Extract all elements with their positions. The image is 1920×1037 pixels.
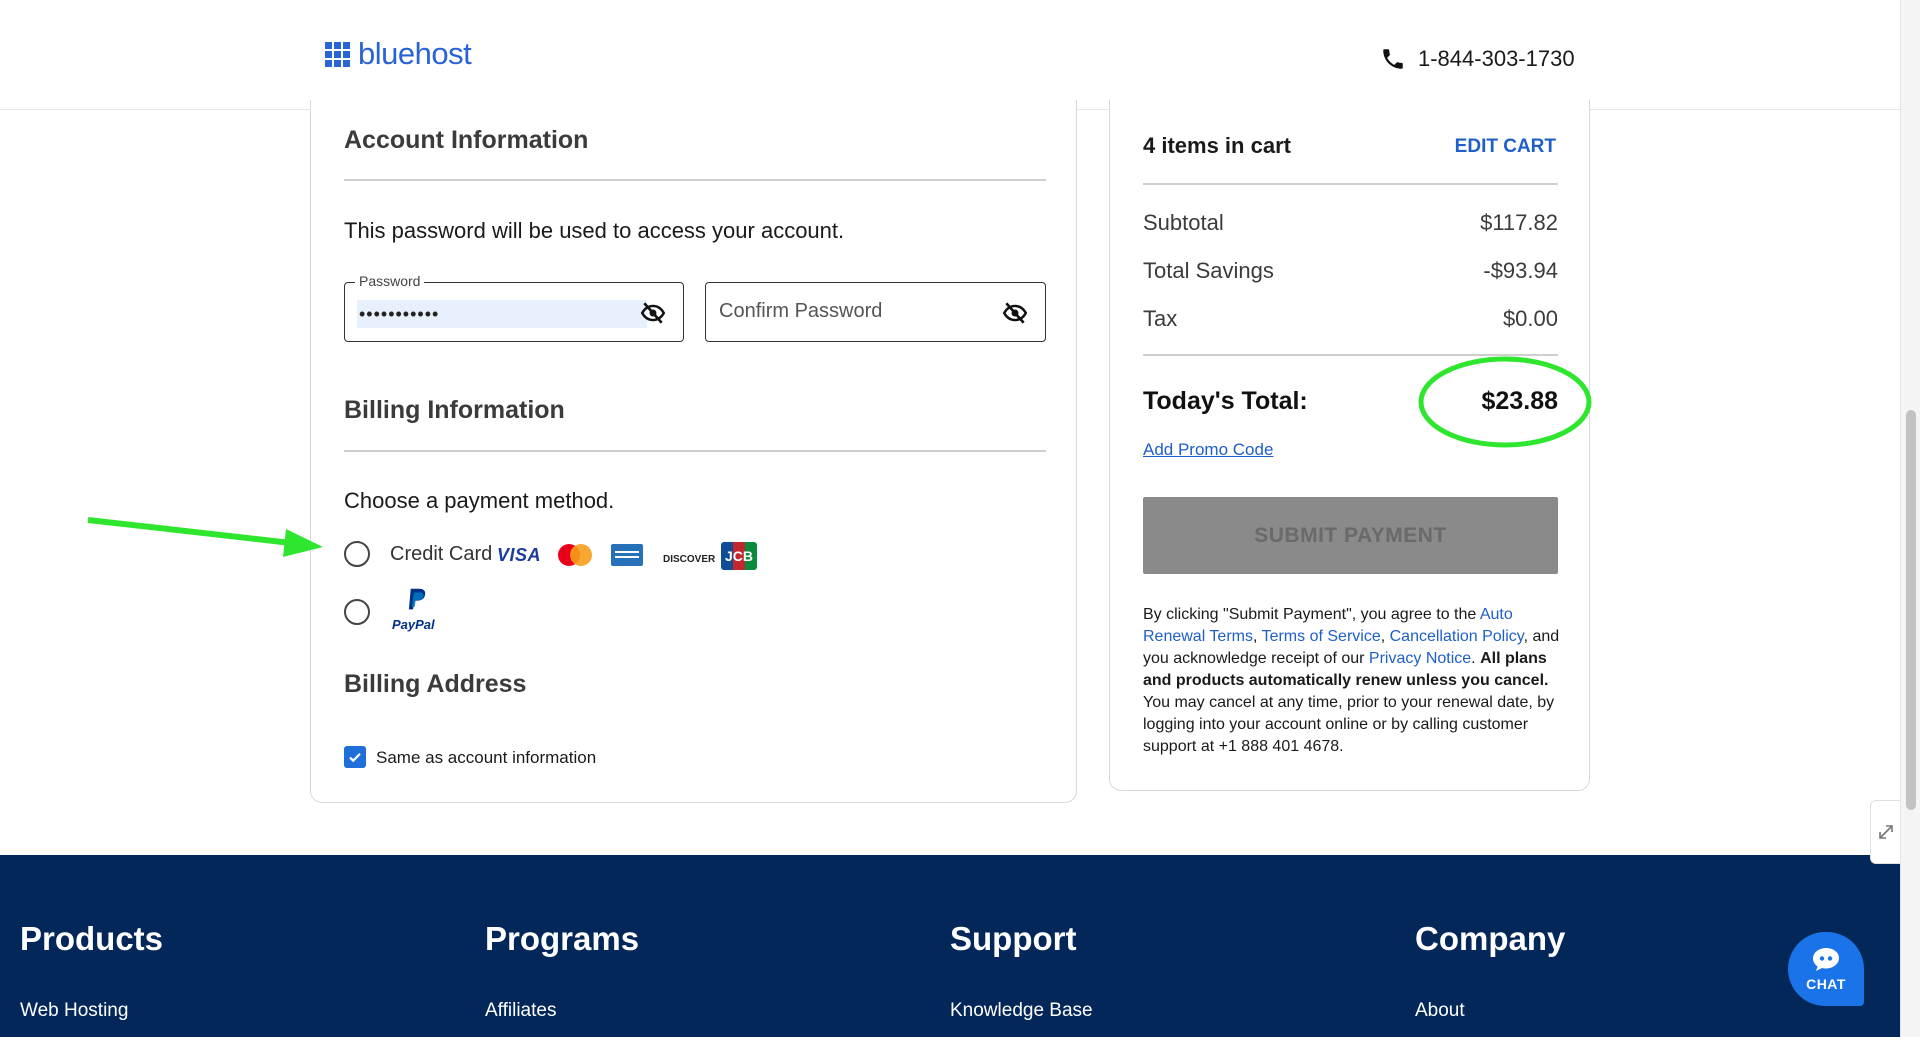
footer-col-products: Products Web Hosting [20,920,163,1022]
logo-text: bluehost [358,36,472,71]
credit-card-radio[interactable] [344,541,370,567]
footer-col-programs: Programs Affiliates [485,920,639,1022]
page-scrollbar[interactable] [1900,0,1920,1037]
checkout-page: bluehost 1-844-303-1730 Account Informat… [0,0,1920,1037]
footer-col-company: Company About [1415,920,1565,1022]
scrollbar-thumb[interactable] [1906,410,1916,810]
phone-icon [1383,49,1403,69]
paypal-radio[interactable] [344,599,370,625]
password-field[interactable]: Password ••••••••••• [344,273,684,342]
footer-link-about[interactable]: About [1415,1000,1565,1022]
savings-value: -$93.94 [1483,258,1558,283]
confirm-password-placeholder: Confirm Password [719,300,883,322]
chat-button[interactable]: CHAT [1788,932,1864,1006]
amex-icon [611,544,643,566]
password-label: Password [355,273,425,289]
footer-link-knowledge-base[interactable]: Knowledge Base [950,1000,1093,1022]
edit-cart-link[interactable]: EDIT CART [1455,136,1556,158]
account-divider [344,179,1046,181]
footer-heading: Company [1415,920,1566,957]
terms-separator: , [1380,628,1390,645]
account-info-title: Account Information [344,126,589,154]
site-header: bluehost 1-844-303-1730 [0,0,1900,110]
footer-link-web-hosting[interactable]: Web Hosting [20,1000,163,1022]
mastercard-icon [558,544,592,566]
order-summary-card: 4 items in cart EDIT CART Subtotal $117.… [1109,100,1590,791]
cancellation-policy-link[interactable]: Cancellation Policy [1390,628,1524,645]
tax-row: Tax $0.00 [1143,306,1558,332]
billing-divider [344,450,1046,452]
checkmark-icon [349,753,361,763]
chat-bubble-icon [1813,948,1839,971]
savings-label: Total Savings [1143,258,1274,283]
total-row: Today's Total: $23.88 [1143,387,1558,416]
terms-text-part: By clicking "Submit Payment", you agree … [1143,606,1480,623]
eye-off-icon[interactable] [639,300,667,326]
footer-link-affiliates[interactable]: Affiliates [485,1000,639,1022]
terms-text-part: You may cancel at any time, prior to you… [1143,694,1555,755]
credit-card-label[interactable]: Credit Card [390,543,492,566]
phone-number: 1-844-303-1730 [1418,46,1575,71]
password-input[interactable]: ••••••••••• [357,300,647,328]
terms-text: By clicking "Submit Payment", you agree … [1143,604,1561,758]
terms-separator: , [1252,628,1262,645]
account-description: This password will be used to access you… [344,218,845,243]
billing-info-title: Billing Information [344,396,565,424]
phone-link[interactable]: 1-844-303-1730 [1380,46,1575,72]
visa-icon: VISA [497,545,542,565]
add-promo-link[interactable]: Add Promo Code [1143,440,1273,460]
annotation-arrow-icon [87,517,323,557]
discover-icon: DISCOVER [663,554,716,565]
cart-divider-bottom [1143,354,1558,356]
subtotal-label: Subtotal [1143,210,1224,235]
cart-count-title: 4 items in cart [1143,133,1291,158]
footer-heading: Programs [485,920,640,957]
tax-value: $0.00 [1502,306,1558,331]
chat-label: CHAT [1806,976,1846,992]
site-footer: Products Web Hosting Programs Affiliates… [0,855,1900,1037]
checkout-form-card: Account Information This password will b… [310,100,1077,803]
paypal-icon[interactable]: PayPal [392,585,442,633]
expand-arrows-icon [1878,825,1893,839]
same-address-checkbox[interactable] [344,746,366,768]
cart-divider-top [1143,183,1558,185]
payment-method-prompt: Choose a payment method. [344,488,615,513]
privacy-notice-link[interactable]: Privacy Notice [1369,650,1471,667]
tax-label: Tax [1143,306,1178,331]
subtotal-value: $117.82 [1480,210,1558,235]
same-address-label[interactable]: Same as account information [376,748,596,768]
total-value: $23.88 [1481,387,1558,415]
paypal-label: PayPal [392,617,435,632]
footer-heading: Products [20,920,164,957]
footer-heading: Support [950,920,1077,957]
terms-text-part: . [1471,650,1481,667]
terms-of-service-link[interactable]: Terms of Service [1262,628,1381,645]
billing-address-title: Billing Address [344,670,527,698]
eye-off-icon[interactable] [1001,300,1029,326]
side-widget-tab[interactable] [1870,800,1900,864]
confirm-password-field[interactable]: Confirm Password [705,282,1046,342]
jcb-icon: JCB [721,542,757,570]
logo-grid-icon [325,41,350,67]
footer-col-support: Support Knowledge Base [950,920,1093,1022]
total-label: Today's Total: [1143,387,1308,415]
savings-row: Total Savings -$93.94 [1143,258,1558,284]
bluehost-logo[interactable]: bluehost [325,36,472,72]
submit-payment-button[interactable]: SUBMIT PAYMENT [1143,497,1558,574]
subtotal-row: Subtotal $117.82 [1143,210,1558,236]
